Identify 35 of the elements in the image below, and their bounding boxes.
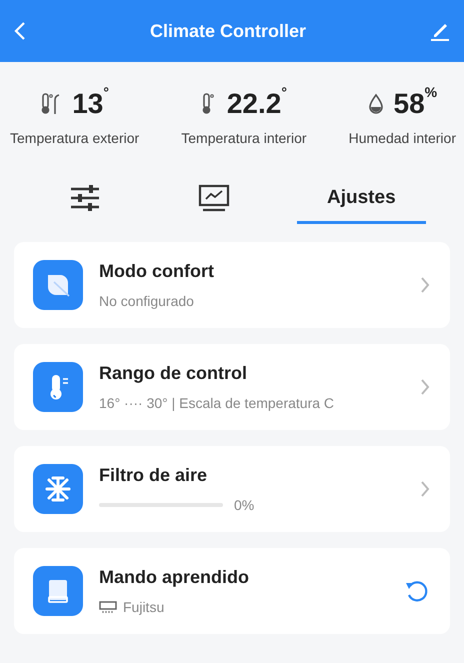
reading-label: Temperatura interior (181, 130, 307, 146)
setting-subtitle: 16° ···· 30° | Escala de temperatura C (99, 395, 336, 411)
settings-card[interactable]: Filtro de aire 0% (14, 446, 450, 532)
settings-card[interactable]: Rango de control 16° ···· 30° | Escala de temperatura C (14, 344, 450, 430)
progress-reading: 0% (234, 497, 254, 513)
setting-title: Mando aprendido (99, 567, 250, 588)
back-button[interactable] (14, 21, 26, 41)
snowflake-icon (45, 476, 71, 502)
reading-value: 13° (72, 88, 109, 120)
edit-button[interactable] (430, 21, 450, 41)
chevron-icon (420, 378, 430, 396)
screen-title: Climate Controller (150, 20, 306, 42)
pencil-icon (430, 21, 450, 41)
device-name: Fujitsu (123, 599, 164, 615)
air-conditioner-icon (99, 600, 117, 614)
settings-card[interactable]: Modo confort No configurado (14, 242, 450, 328)
chevron-icon (420, 480, 430, 498)
settings-card[interactable]: Mando aprendido Fujitsu (14, 548, 450, 634)
reading-label: Humedad interior (348, 130, 456, 146)
setting-title: Rango de control (99, 363, 248, 384)
setting-title: Filtro de aire (99, 465, 208, 486)
book-icon (45, 578, 71, 604)
thermometer-icon (200, 92, 217, 116)
chart-icon (198, 184, 230, 212)
leaf-icon (45, 272, 71, 298)
setting-title: Modo confort (99, 261, 215, 282)
reading-value: 58% (394, 88, 438, 120)
setting-subtitle: No configurado (99, 293, 195, 309)
tab[interactable]: Ajustes (296, 174, 426, 224)
reading-value: 22.2° (226, 88, 287, 120)
chevron-icon (420, 276, 430, 294)
droplet-icon (368, 93, 384, 115)
reading-label: Temperatura exterior (10, 130, 140, 146)
back-icon (14, 21, 26, 41)
sliders-icon (70, 184, 100, 210)
